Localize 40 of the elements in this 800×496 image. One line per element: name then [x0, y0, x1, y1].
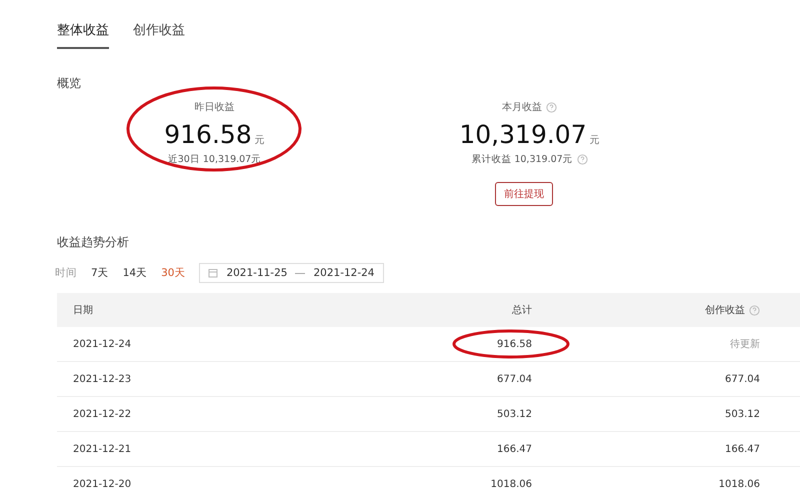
- section-title: 概览: [57, 75, 82, 92]
- help-icon[interactable]: [546, 102, 557, 112]
- section-title: 收益趋势分析: [57, 234, 130, 251]
- table-cell: 2021-12-22: [57, 396, 316, 432]
- table-cell: 677.04: [497, 374, 532, 384]
- table-cell: 1018.06: [718, 478, 760, 490]
- tab[interactable]: 创作收益: [133, 18, 185, 49]
- table-cell: 2021-12-24: [57, 327, 316, 362]
- stat-label: 本月收益: [502, 100, 542, 114]
- stat-subtext: 累计收益 10,319.07元: [471, 153, 573, 166]
- table-cell: 677.04: [725, 374, 760, 384]
- time-label: 时间: [55, 266, 77, 280]
- period-option[interactable]: 14天: [122, 266, 148, 280]
- column-header: 创作收益: [705, 304, 745, 317]
- date-range-field[interactable]: 2021-11-25 2021-12-24: [199, 263, 384, 283]
- column-header: 日期: [73, 304, 93, 317]
- column-header: 总计: [512, 304, 532, 317]
- table-cell: 503.12: [497, 408, 532, 420]
- period-option[interactable]: 7天: [91, 266, 109, 280]
- table-cell: 503.12: [725, 408, 760, 420]
- stat-subtext: 近30日 10,319.07元: [168, 153, 262, 166]
- stat-value: 916.58: [164, 120, 252, 149]
- table-cell: 2021-12-23: [57, 362, 316, 396]
- withdraw-button[interactable]: 前往提现: [495, 182, 553, 206]
- tab[interactable]: 整体收益: [57, 18, 109, 49]
- help-icon[interactable]: [749, 304, 760, 316]
- stat-label: 昨日收益: [194, 101, 234, 114]
- table-cell: 166.47: [497, 444, 532, 454]
- unit-label: 元: [254, 134, 265, 147]
- period-option[interactable]: 30天: [161, 266, 186, 280]
- unit-label: 元: [590, 134, 600, 147]
- table-cell: 166.47: [725, 444, 760, 454]
- table-cell: 1018.06: [490, 478, 532, 490]
- stat-value: 10,319.07: [459, 120, 587, 149]
- table-cell: 待更新: [730, 339, 760, 350]
- table-cell: 2021-12-20: [57, 466, 316, 496]
- table-cell: 2021-12-21: [57, 432, 316, 466]
- help-icon[interactable]: [576, 154, 588, 165]
- calendar-icon: [208, 268, 218, 278]
- table-cell: 916.58: [497, 338, 532, 350]
